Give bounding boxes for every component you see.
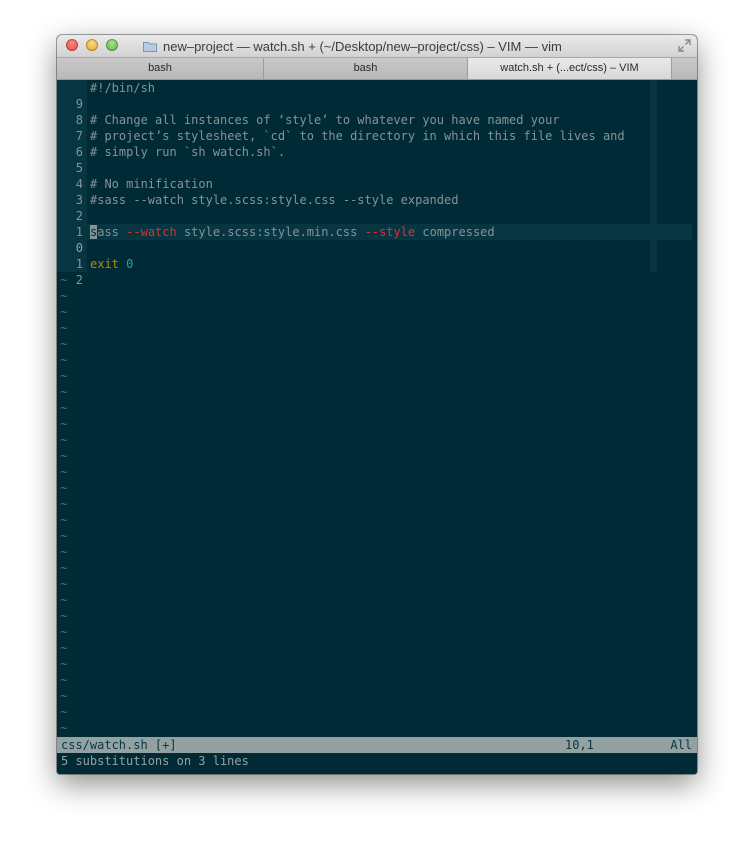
empty-line-tilde: ~ [60, 465, 68, 479]
folder-icon [143, 41, 157, 52]
empty-line-tilde: ~ [60, 433, 68, 447]
empty-line-tilde: ~ [60, 593, 68, 607]
empty-line-tilde: ~ [60, 689, 68, 703]
line-text: # project’s stylesheet, `cd` to the dire… [90, 129, 625, 143]
line-text: # simply run `sh watch.sh`. [90, 145, 286, 159]
tab-vim-watch[interactable]: watch.sh + (...ect/css) – VIM [468, 58, 672, 79]
empty-line-tilde: ~ [60, 545, 68, 559]
line-text: #!/bin/sh [90, 81, 156, 95]
zoom-window-button[interactable] [106, 39, 118, 51]
tab-bash-1[interactable]: bash [57, 58, 264, 79]
option-flag-style: --style [364, 225, 416, 239]
empty-line-tilde: ~ [60, 401, 68, 415]
empty-line-tilde: ~ [60, 609, 68, 623]
line-text: #sass --watch style.scss:style.css --sty… [90, 193, 459, 207]
line-text: # Change all instances of ‘style’ to wha… [90, 113, 560, 127]
exit-code: 0 [126, 257, 134, 271]
code-line: 5 # simply run `sh watch.sh`. [57, 144, 692, 175]
empty-line-tilde: ~ [60, 641, 68, 655]
empty-line-tilde: ~ [60, 625, 68, 639]
code-token: style.scss:style.min.css [176, 225, 365, 239]
window-title: new–project — watch.sh + (~/Desktop/new–… [163, 38, 562, 54]
empty-line-tilde: ~ [60, 273, 68, 287]
tab-bar-filler [672, 58, 697, 79]
empty-line-tilde: ~ [60, 561, 68, 575]
code-line: 6 # project’s stylesheet, `cd` to the di… [57, 128, 692, 159]
current-line-text: sass --watch style.scss:style.min.css --… [90, 224, 495, 240]
empty-line-tilde: ~ [60, 513, 68, 527]
option-flag-watch: --watch [126, 225, 177, 239]
empty-line-tilde: ~ [60, 497, 68, 511]
title-bar[interactable]: new–project — watch.sh + (~/Desktop/new–… [57, 35, 697, 58]
exit-line-text: exit 0 [90, 256, 133, 272]
tab-bar: bash bash watch.sh + (...ect/css) – VIM [57, 58, 697, 80]
code-line: 2 #sass --watch style.scss:style.css --s… [57, 192, 692, 223]
code-token: ass [97, 225, 127, 239]
empty-line-tilde: ~ [60, 657, 68, 671]
status-line: css/watch.sh [+] 10,1 All [57, 737, 697, 753]
empty-line-tilde: ~ [60, 321, 68, 335]
empty-line-tilde: ~ [60, 385, 68, 399]
code-token: compressed [415, 225, 495, 239]
empty-line-tilde: ~ [60, 529, 68, 543]
fullscreen-icon[interactable] [678, 39, 691, 52]
empty-line-tilde: ~ [60, 673, 68, 687]
empty-line-tilde: ~ [60, 705, 68, 719]
command-line[interactable]: 5 substitutions on 3 lines [57, 753, 697, 774]
empty-line-tilde: ~ [60, 481, 68, 495]
status-filename: css/watch.sh [+] [61, 738, 177, 752]
code-line: 1 [57, 208, 692, 239]
code-line: 1 [57, 240, 692, 271]
code-line: 7 # Change all instances of ‘style’ to w… [57, 112, 692, 143]
window-title-group: new–project — watch.sh + (~/Desktop/new–… [143, 38, 562, 54]
line-text: # No minification [90, 177, 213, 191]
close-window-button[interactable] [66, 39, 78, 51]
current-code-line: 0 sass --watch style.scss:style.min.css … [57, 224, 692, 255]
status-scroll-indicator: All [670, 738, 692, 752]
command-line-message: 5 substitutions on 3 lines [61, 754, 249, 768]
empty-line-tilde: ~ [60, 449, 68, 463]
empty-line-tilde: ~ [60, 721, 68, 735]
status-cursor-position: 10,1 [565, 738, 594, 752]
tab-bash-2[interactable]: bash [264, 58, 468, 79]
empty-line-tilde: ~ [60, 577, 68, 591]
code-line: 9 #!/bin/sh [57, 80, 692, 111]
code-line: 4 [57, 160, 692, 191]
empty-line-tilde: ~ [60, 353, 68, 367]
code-line: 2 exit 0 [57, 256, 692, 287]
empty-line-tilde: ~ [60, 289, 68, 303]
vim-terminal-window: new–project — watch.sh + (~/Desktop/new–… [57, 35, 697, 774]
empty-line-tilde: ~ [60, 337, 68, 351]
code-line: 8 [57, 96, 692, 127]
editor-buffer[interactable]: 9 #!/bin/sh 8 7 # Change all instances o… [57, 80, 697, 737]
exit-keyword: exit [90, 257, 119, 271]
empty-line-tilde: ~ [60, 305, 68, 319]
empty-line-tilde: ~ [60, 417, 68, 431]
minimize-window-button[interactable] [86, 39, 98, 51]
empty-line-tilde: ~ [60, 369, 68, 383]
code-line: 3 # No minification [57, 176, 692, 207]
